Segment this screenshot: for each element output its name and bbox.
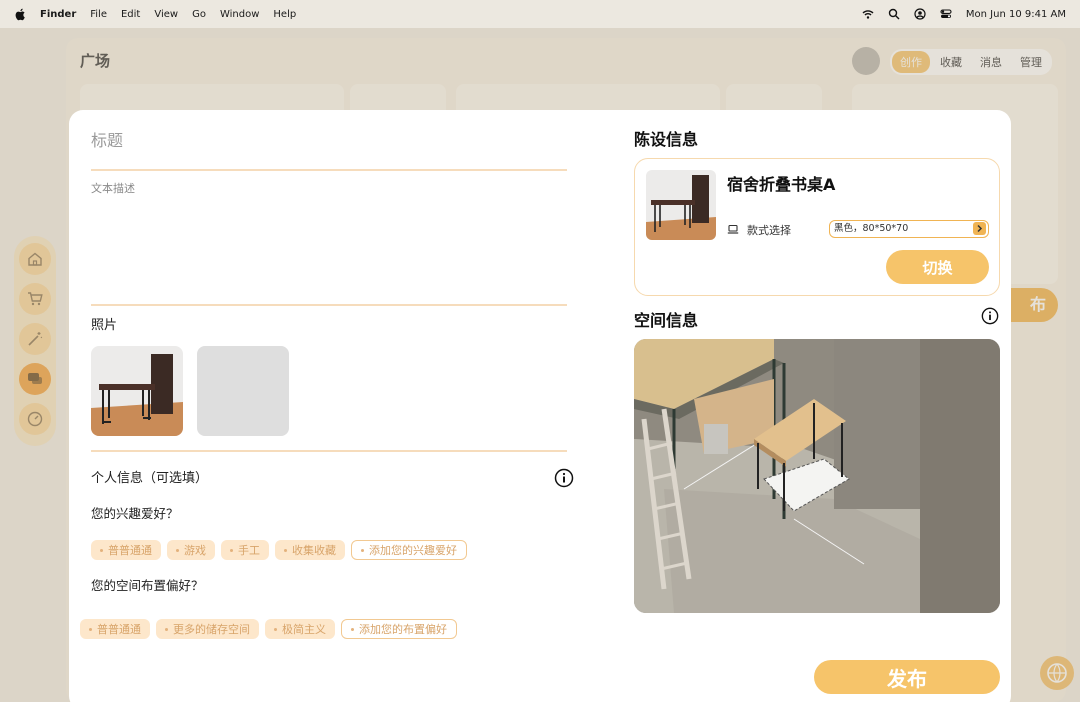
info-icon[interactable]	[981, 307, 999, 325]
personal-info-label: 个人信息（可选填）	[91, 471, 209, 486]
switch-button[interactable]: 切换	[886, 250, 989, 284]
user-icon[interactable]	[914, 8, 926, 20]
chip-label: 手工	[238, 544, 260, 557]
chip-label: 添加您的兴趣爱好	[369, 544, 457, 557]
hobby-chip[interactable]: 普普通通	[91, 540, 161, 560]
layout-chip-list: 普普通通 更多的储存空间 极简主义 添加您的布置偏好	[80, 619, 457, 639]
furnishing-card: 宿舍折叠书桌A 款式选择 黑色，80*50*70 切换	[634, 158, 1000, 296]
chevron-right-icon[interactable]	[973, 222, 986, 235]
create-post-modal: 照片 个人信息（可选填） 您的兴趣爱好？ 普普通通 游戏 手工 收集收藏 添加您…	[69, 110, 1011, 702]
info-icon[interactable]	[554, 468, 574, 488]
menu-help[interactable]: Help	[273, 9, 296, 20]
add-hobby-button[interactable]: 添加您的兴趣爱好	[351, 540, 467, 560]
item-thumbnail	[646, 170, 716, 240]
style-select[interactable]: 黑色，80*50*70	[829, 220, 989, 238]
chip-label: 更多的储存空间	[173, 623, 250, 636]
chip-dot	[176, 548, 179, 552]
hobby-question: 您的兴趣爱好？	[91, 506, 179, 521]
chip-label: 普普通通	[108, 544, 152, 557]
layout-chip[interactable]: 普普通通	[80, 619, 150, 639]
title-input[interactable]	[91, 126, 567, 154]
folding-desk-photo	[646, 170, 716, 240]
menu-file[interactable]: File	[90, 9, 107, 20]
style-label: 款式选择	[747, 224, 791, 237]
menu-window[interactable]: Window	[220, 9, 259, 20]
layout-chip[interactable]: 更多的储存空间	[156, 619, 259, 639]
folding-desk-photo	[91, 346, 183, 436]
divider	[91, 450, 567, 452]
chip-label: 极简主义	[282, 623, 326, 636]
photos-label: 照片	[91, 318, 118, 333]
divider	[91, 304, 567, 306]
hobby-chip[interactable]: 收集收藏	[275, 540, 345, 560]
chip-label: 普普通通	[97, 623, 141, 636]
control-center-icon[interactable]	[940, 8, 952, 20]
chip-label: 收集收藏	[292, 544, 336, 557]
style-value: 黑色，80*50*70	[834, 223, 909, 234]
item-name: 宿舍折叠书桌A	[727, 175, 836, 194]
search-icon[interactable]	[888, 8, 900, 20]
hobby-chip[interactable]: 手工	[221, 540, 269, 560]
menu-bar: Finder File Edit View Go Window Help Mon…	[0, 0, 1080, 28]
menu-clock: Mon Jun 10 9:41 AM	[965, 8, 1066, 20]
add-layout-button[interactable]: 添加您的布置偏好	[341, 619, 457, 639]
chip-label: 添加您的布置偏好	[359, 623, 447, 636]
room-3d-view[interactable]	[634, 339, 1000, 613]
room-rendering	[634, 339, 1000, 613]
chip-dot	[100, 548, 103, 552]
menu-view[interactable]: View	[154, 9, 178, 20]
chip-dot	[361, 548, 364, 552]
menu-edit[interactable]: Edit	[121, 9, 140, 20]
space-heading: 空间信息	[634, 311, 699, 330]
chip-dot	[89, 627, 92, 631]
chip-dot	[165, 627, 168, 631]
furnishing-heading: 陈设信息	[634, 130, 699, 149]
wifi-icon[interactable]	[862, 8, 874, 20]
chip-dot	[284, 548, 287, 552]
divider	[91, 169, 567, 171]
publish-button[interactable]: 发布	[814, 660, 1000, 694]
chip-dot	[230, 548, 233, 552]
add-photo-slot[interactable]	[197, 346, 289, 436]
chip-dot	[351, 627, 354, 631]
chip-dot	[274, 627, 277, 631]
description-input[interactable]	[91, 180, 567, 290]
photo-thumbnail[interactable]	[91, 346, 183, 436]
layout-chip[interactable]: 极简主义	[265, 619, 335, 639]
hobby-chip[interactable]: 游戏	[167, 540, 215, 560]
apple-icon[interactable]	[14, 8, 26, 21]
menu-go[interactable]: Go	[192, 9, 206, 20]
chip-label: 游戏	[184, 544, 206, 557]
laptop-icon	[727, 224, 739, 234]
hobby-chip-list: 普普通通 游戏 手工 收集收藏 添加您的兴趣爱好	[91, 540, 467, 560]
layout-question: 您的空间布置偏好？	[91, 578, 204, 593]
menu-app-name[interactable]: Finder	[40, 9, 76, 20]
